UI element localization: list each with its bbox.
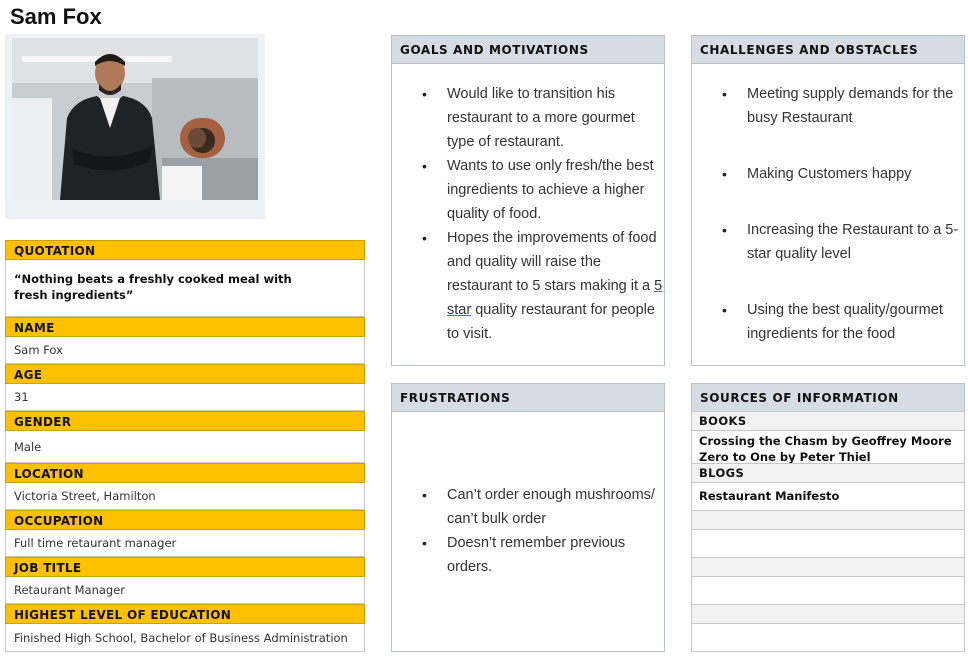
location-value: Victoria Street, Hamilton	[5, 483, 365, 510]
book-item: Crossing the Chasm by Geoffrey Moore	[699, 434, 952, 448]
challenges-header: CHALLENGES AND OBSTACLES	[691, 35, 965, 64]
occupation-label: OCCUPATION	[5, 510, 365, 530]
challenges-list: Meeting supply demands for the busy Rest…	[692, 82, 964, 346]
blog-item: Restaurant Manifesto	[691, 483, 965, 511]
frustration-item: Doesn’t remember previous orders.	[392, 531, 664, 579]
education-label: HIGHEST LEVEL OF EDUCATION	[5, 604, 365, 624]
persona-name-title: Sam Fox	[10, 4, 102, 29]
challenge-item: Meeting supply demands for the busy Rest…	[692, 82, 964, 130]
gender-label: GENDER	[5, 411, 365, 431]
occupation-value: Full time retaurant manager	[5, 530, 365, 557]
quotation-value: “Nothing beats a freshly cooked meal wit…	[5, 260, 365, 317]
frustrations-header: FRUSTRATIONS	[391, 383, 665, 412]
sources-header: SOURCES OF INFORMATION	[691, 383, 965, 412]
challenge-item: Using the best quality/gourmet ingredien…	[692, 298, 964, 346]
age-value: 31	[5, 384, 365, 411]
goal-item: Hopes the improvements of food and quali…	[392, 226, 664, 346]
empty-row	[691, 577, 965, 605]
persona-photo	[12, 38, 258, 200]
goal-item: Wants to use only fresh/the best ingredi…	[392, 154, 664, 226]
frustration-item: Can’t order enough mushrooms/ can’t bulk…	[392, 483, 664, 531]
empty-row	[691, 624, 965, 652]
education-value: Finished High School, Bachelor of Busine…	[5, 624, 365, 652]
goal-item-text-before: Hopes the improvements of food and quali…	[447, 230, 657, 294]
goals-header: GOALS AND MOTIVATIONS	[391, 35, 665, 64]
books-label: BOOKS	[691, 411, 965, 431]
job-title-value: Retaurant Manager	[5, 577, 365, 604]
location-label: LOCATION	[5, 463, 365, 483]
goals-list-wrap: Would like to transition his restaurant …	[392, 82, 664, 346]
challenges-list-wrap: Meeting supply demands for the busy Rest…	[692, 82, 964, 346]
gender-value: Male	[5, 431, 365, 463]
challenge-item: Increasing the Restaurant to a 5-star qu…	[692, 218, 964, 266]
job-title-label: JOB TITLE	[5, 557, 365, 577]
blogs-label: BLOGS	[691, 463, 965, 483]
frustrations-list: Can’t order enough mushrooms/ can’t bulk…	[392, 483, 664, 579]
empty-subheader	[691, 510, 965, 530]
name-label: NAME	[5, 317, 365, 337]
quotation-label: QUOTATION	[5, 240, 365, 260]
books-list: Crossing the Chasm by Geoffrey Moore Zer…	[691, 431, 965, 464]
name-value: Sam Fox	[5, 337, 365, 364]
frustrations-list-wrap: Can’t order enough mushrooms/ can’t bulk…	[392, 483, 664, 579]
empty-subheader	[691, 604, 965, 624]
age-label: AGE	[5, 364, 365, 384]
empty-row	[691, 530, 965, 558]
goals-list: Would like to transition his restaurant …	[392, 82, 664, 346]
challenge-item: Making Customers happy	[692, 162, 964, 186]
goal-item-text-after: quality restaurant for people to visit.	[447, 302, 655, 342]
goal-item: Would like to transition his restaurant …	[392, 82, 664, 154]
empty-subheader	[691, 557, 965, 577]
